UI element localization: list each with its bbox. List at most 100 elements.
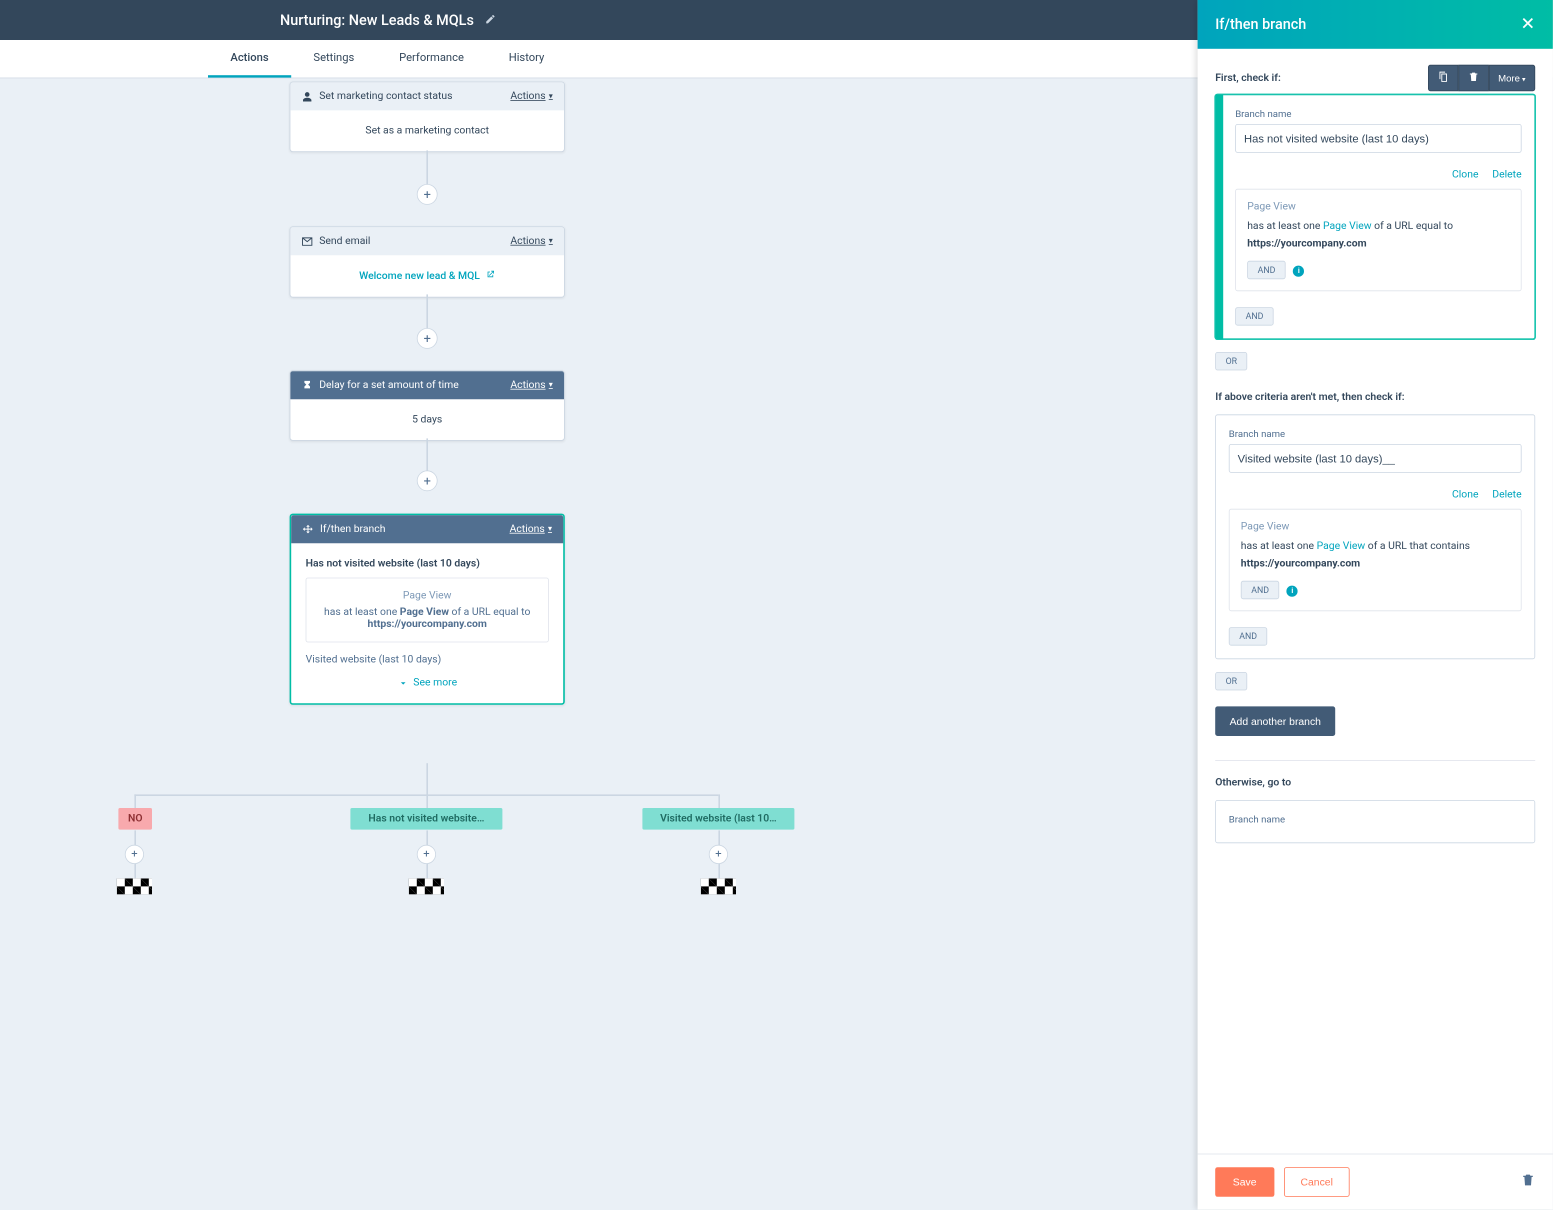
card-actions-dropdown[interactable]: Actions xyxy=(510,235,552,247)
add-step-button[interactable]: + xyxy=(417,184,438,205)
branch-name-1: Has not visited website (last 10 days) xyxy=(306,558,549,570)
or-pill[interactable]: OR xyxy=(1215,352,1247,370)
card-marketing-status[interactable]: Set marketing contact status Actions Set… xyxy=(290,82,565,152)
branch-name-input[interactable] xyxy=(1229,444,1522,473)
branch-label-visited[interactable]: Visited website (last 10… xyxy=(642,808,794,830)
filter-box[interactable]: Page View has at least one Page View of … xyxy=(1235,189,1521,292)
branch-vline xyxy=(718,864,720,878)
copy-button[interactable] xyxy=(1428,65,1458,91)
more-button[interactable]: More xyxy=(1489,65,1536,91)
side-panel: If/then branch ✕ First, check if: More B… xyxy=(1198,0,1553,1210)
branch-block-otherwise[interactable]: Branch name xyxy=(1215,800,1535,843)
add-step-button[interactable]: + xyxy=(709,845,728,864)
branch-vline xyxy=(426,864,428,878)
card-body: 5 days xyxy=(290,399,564,440)
and-pill-outer[interactable]: AND xyxy=(1229,628,1268,646)
branch-name-label: Branch name xyxy=(1235,108,1521,119)
card-delay[interactable]: Delay for a set amount of time Actions 5… xyxy=(290,370,565,440)
workflow-title: Nurturing: New Leads & MQLs xyxy=(280,12,474,29)
see-more-button[interactable]: See more xyxy=(306,677,549,689)
delete-link[interactable]: Delete xyxy=(1492,169,1521,181)
save-button[interactable]: Save xyxy=(1215,1167,1274,1197)
card-header: Delay for a set amount of time Actions xyxy=(290,371,564,399)
add-step-button[interactable]: + xyxy=(417,845,436,864)
card-title: If/then branch xyxy=(320,523,385,535)
panel-body: First, check if: More Branch name Clone … xyxy=(1198,49,1553,1154)
branch-name-2: Visited website (last 10 days) xyxy=(306,654,549,666)
panel-header: If/then branch ✕ xyxy=(1198,0,1553,49)
branch-label-no[interactable]: NO xyxy=(118,808,152,830)
add-branch-button[interactable]: Add another branch xyxy=(1215,707,1335,737)
card-send-email[interactable]: Send email Actions Welcome new lead & MQ… xyxy=(290,226,565,297)
card-header: Send email Actions xyxy=(290,227,564,255)
branch-name-input[interactable] xyxy=(1235,124,1521,153)
delete-button[interactable] xyxy=(1458,65,1488,91)
criteria-text: has at least one Page View of a URL equa… xyxy=(318,606,537,630)
page-view-label: Page View xyxy=(318,590,537,602)
panel-title: If/then branch xyxy=(1215,16,1306,33)
card-title: Set marketing contact status xyxy=(319,90,452,102)
branch-block-2[interactable]: Branch name Clone Delete Page View has a… xyxy=(1215,415,1535,660)
delete-link[interactable]: Delete xyxy=(1492,489,1521,501)
clone-link[interactable]: Clone xyxy=(1452,169,1478,181)
card-actions-dropdown[interactable]: Actions xyxy=(510,90,552,102)
hourglass-icon xyxy=(302,380,313,391)
card-actions-dropdown[interactable]: Actions xyxy=(510,379,552,391)
and-pill-outer[interactable]: AND xyxy=(1235,307,1274,325)
filter-box[interactable]: Page View has at least one Page View of … xyxy=(1229,509,1522,612)
connector-line xyxy=(426,763,428,795)
and-pill-inner[interactable]: AND xyxy=(1247,261,1286,279)
clone-link[interactable]: Clone xyxy=(1452,489,1478,501)
add-step-button[interactable]: + xyxy=(417,328,438,349)
criteria-box: Page View has at least one Page View of … xyxy=(306,578,549,643)
card-actions-dropdown[interactable]: Actions xyxy=(510,523,552,535)
card-title: Send email xyxy=(319,235,370,247)
delete-action-icon[interactable] xyxy=(1521,1173,1535,1191)
tab-history[interactable]: History xyxy=(486,40,566,78)
close-icon[interactable]: ✕ xyxy=(1520,14,1535,34)
card-header: If/then branch Actions xyxy=(291,515,563,543)
external-link-icon xyxy=(486,270,496,280)
clone-delete-row: Clone Delete xyxy=(1235,169,1521,181)
otherwise-label: Otherwise, go to xyxy=(1215,777,1535,789)
card-if-then-branch[interactable]: If/then branch Actions Has not visited w… xyxy=(290,514,565,705)
edit-title-icon[interactable] xyxy=(485,12,496,27)
first-check-label: First, check if: xyxy=(1215,72,1281,84)
card-body: Set as a marketing contact xyxy=(290,110,564,151)
divider xyxy=(1215,760,1535,761)
add-step-button[interactable]: + xyxy=(125,845,144,864)
branch-icon xyxy=(302,524,313,535)
filter-line: has at least one Page View of a URL equa… xyxy=(1247,218,1509,253)
end-marker-icon xyxy=(409,878,444,894)
branch-label-not-visited[interactable]: Has not visited website… xyxy=(350,808,502,830)
and-pill-inner[interactable]: AND xyxy=(1241,581,1280,599)
page-view-link[interactable]: Page View xyxy=(1323,220,1372,232)
branch-toolbar: More xyxy=(1428,65,1536,91)
branch-block-1[interactable]: Branch name Clone Delete Page View has a… xyxy=(1215,94,1535,339)
branch-name-label: Branch name xyxy=(1229,814,1522,825)
card-body: Has not visited website (last 10 days) P… xyxy=(291,543,563,703)
info-icon[interactable]: i xyxy=(1287,586,1298,597)
copy-icon xyxy=(1437,71,1448,82)
filter-line: has at least one Page View of a URL that… xyxy=(1241,538,1510,573)
tab-performance[interactable]: Performance xyxy=(377,40,487,78)
tab-actions[interactable]: Actions xyxy=(208,40,291,78)
trash-icon xyxy=(1521,1173,1535,1187)
or-pill[interactable]: OR xyxy=(1215,672,1247,690)
email-link[interactable]: Welcome new lead & MQL xyxy=(359,270,480,282)
page-view-label: Page View xyxy=(1247,201,1509,213)
card-title: Delay for a set amount of time xyxy=(319,379,459,391)
info-icon[interactable]: i xyxy=(1293,266,1304,277)
tab-settings[interactable]: Settings xyxy=(291,40,377,78)
branch-name-label: Branch name xyxy=(1229,428,1522,439)
page-view-link[interactable]: Page View xyxy=(1317,540,1366,552)
envelope-icon xyxy=(302,236,313,247)
chevron-down-icon xyxy=(397,677,408,688)
trash-icon xyxy=(1468,71,1479,82)
add-step-button[interactable]: + xyxy=(417,470,438,491)
end-marker-icon xyxy=(701,878,736,894)
cancel-button[interactable]: Cancel xyxy=(1284,1167,1350,1197)
end-marker-icon xyxy=(117,878,152,894)
card-header: Set marketing contact status Actions xyxy=(290,82,564,110)
person-icon xyxy=(302,91,313,102)
